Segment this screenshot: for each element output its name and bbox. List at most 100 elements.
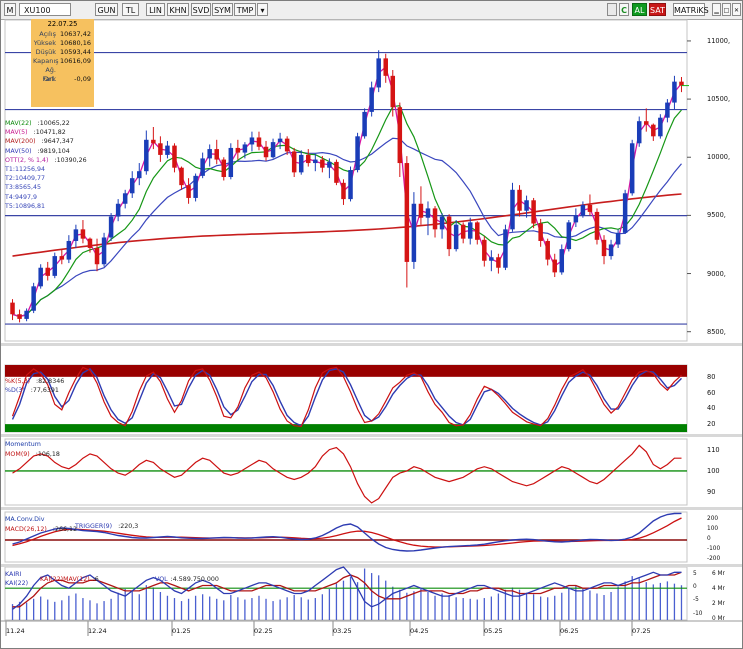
candle-body: [411, 203, 417, 262]
price-panel: [4, 19, 688, 342]
candle-body: [242, 144, 248, 153]
candle-body: [369, 87, 374, 112]
candle-body: [517, 189, 522, 211]
candle-body: [482, 239, 487, 261]
candle-body: [665, 102, 670, 118]
overlay-label-name: MAV(22): [5, 120, 32, 127]
overlay-label-row: OTT(2, % 1,4):10390,26: [5, 157, 87, 165]
overlay-label-row: T2:10409,77: [5, 175, 51, 183]
overlay-label-name: OTT(2, % 1,4): [5, 156, 49, 164]
info-value-open: 10637,42: [60, 30, 92, 38]
candle-body: [59, 256, 65, 260]
price-tick-label: 10500,: [707, 95, 731, 104]
macd-label-name: MACD(26,12): [5, 526, 47, 533]
candle-body: [165, 145, 170, 155]
candle-body: [66, 240, 72, 260]
panel-separator[interactable]: [1, 564, 742, 567]
stoch-label-name: %K(5,3): [5, 378, 31, 385]
candle-body: [200, 158, 205, 176]
kairi-label-value: :6: [92, 576, 99, 583]
candle-body: [284, 138, 290, 152]
overlay-label-row: MAV(22):10065,22: [5, 120, 70, 128]
price-tick-label: 9500,: [707, 211, 726, 220]
stoch-label-name: %D(3): [5, 387, 25, 394]
candle-body: [362, 111, 367, 137]
panel-separator[interactable]: [1, 507, 742, 510]
candle-body: [496, 257, 501, 268]
candle-body: [629, 143, 635, 194]
candle-body: [158, 143, 163, 155]
price-tick-label: 8500,: [707, 327, 726, 336]
info-label-close: Kapanış: [33, 57, 59, 65]
macd-label-name: TRIGGER(9): [75, 523, 113, 530]
overlay-label-value: :9647,347: [41, 138, 74, 146]
candle-body: [31, 286, 36, 311]
candle-body: [306, 154, 311, 164]
volume-tick-label: 0 Mr: [712, 616, 725, 622]
kairi-label-row: VOL:4.589.750.000: [155, 576, 219, 583]
macd-tick-label: -100: [707, 546, 721, 552]
date-tick-label: 04.25: [410, 627, 429, 635]
volume-tick-label: 4 Mr: [712, 585, 725, 592]
momentum-label-value: :106,18: [35, 451, 60, 458]
kairi-panel: [4, 566, 688, 621]
candle-body: [179, 167, 184, 186]
candle-body: [559, 249, 565, 273]
kairi-label-name: KAI(22)MAV(12): [40, 576, 90, 583]
candle-body: [108, 216, 114, 238]
candle-body: [425, 208, 431, 218]
momentum-tick-label: 100: [707, 466, 720, 475]
candle-body: [453, 224, 459, 250]
momentum-title: Momentum: [5, 441, 41, 448]
candle-body: [538, 223, 543, 241]
candle-body: [601, 239, 607, 257]
macd-tick-label: 200: [707, 516, 719, 522]
candle-body: [129, 178, 135, 194]
candle-body: [144, 139, 149, 172]
info-row-high: Yüksek 10680,16: [31, 39, 94, 48]
candle-body: [644, 121, 649, 125]
info-value-change: -0,09: [74, 75, 91, 83]
candle-body: [594, 211, 600, 240]
kairi-label-row: KAIRI: [5, 571, 24, 578]
panel-separator[interactable]: [1, 434, 742, 437]
info-date: 22.07.25: [47, 20, 78, 28]
overlay-label-value: :10471,82: [33, 129, 66, 137]
candle-body: [17, 314, 22, 319]
candle-body: [80, 229, 86, 239]
candle-body: [313, 159, 318, 164]
kairi-tick-label: 0: [693, 584, 697, 591]
price-tick-label: 11000,: [707, 36, 731, 45]
info-value-high: 10680,16: [60, 39, 92, 47]
candle-body: [341, 182, 346, 200]
info-label-high: Yüksek: [33, 39, 56, 47]
stoch-label-row: %D(3) :77,6391: [5, 387, 59, 394]
candle-body: [38, 267, 43, 287]
kairi-tick-label: 5: [693, 570, 697, 577]
overlay-label-value: :9819,104: [37, 147, 70, 155]
candle-body: [531, 200, 536, 224]
overlay-label-row: T3:8565,45: [5, 184, 47, 192]
candle-body: [679, 81, 684, 86]
overlay-label-row: MAV(5):10471,82: [5, 129, 66, 137]
candle-body: [475, 222, 480, 240]
overlay-label-row: T5:10896,81: [5, 203, 51, 211]
overlay-label-row: MAV(200):9647,347: [5, 138, 74, 146]
stoch-label-value: :77,6391: [30, 387, 59, 394]
candle-body: [10, 302, 15, 315]
candle-body: [235, 147, 241, 153]
macd-title: MA.Conv.Div: [5, 516, 45, 523]
candle-body: [489, 257, 494, 261]
momentum-label-row: MOM(9):106,18: [5, 451, 60, 458]
candle-body: [636, 121, 642, 144]
info-label-open: Açılış: [39, 30, 56, 38]
macd-label-row: MACD(26,12):266,12: [5, 526, 77, 533]
kairi-tick-label: -10: [693, 610, 703, 617]
oversold-band: [5, 424, 687, 432]
macd-label-value: :220,3: [118, 523, 139, 530]
candle-body: [73, 229, 79, 241]
date-tick-label: 01.25: [172, 627, 191, 635]
panel-separator[interactable]: [1, 343, 742, 346]
info-label-change: Fark: [42, 75, 56, 83]
candle-body: [355, 136, 360, 171]
